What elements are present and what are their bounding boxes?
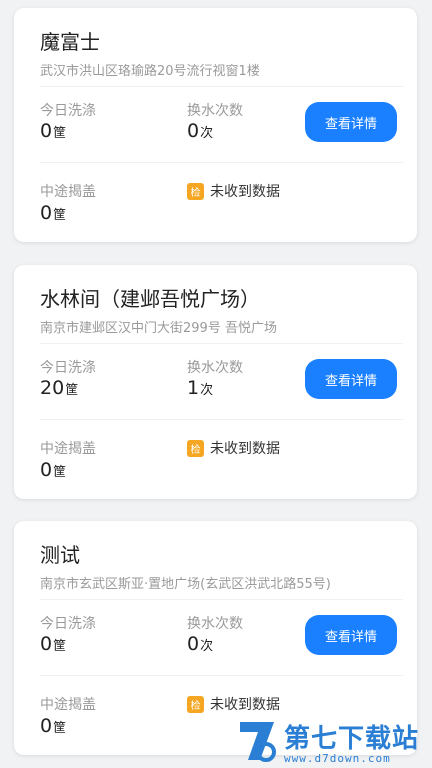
lid-open-number: 0 [40,202,53,224]
lid-open-unit: 筐 [53,721,67,736]
inspect-badge-icon: 检 [187,695,204,713]
water-change-label: 换水次数 [187,103,243,119]
store-card: 水林间（建邺吾悦广场） 南京市建邺区汉中门大街299号 吾悦广场 今日洗涤 20… [14,265,417,499]
today-wash-unit: 筐 [65,383,79,398]
watermark: 第七下载站 www.d7down.com [236,712,432,768]
lid-open-label: 中途揭盖 [40,441,96,457]
watermark-url: www.d7down.com [284,752,391,765]
today-wash-unit: 筐 [53,126,67,141]
store-name: 水林间（建邺吾悦广场） [40,287,260,311]
today-wash-value: 0筐 [40,120,66,142]
inspection-status-text: 未收到数据 [210,441,280,457]
inspect-badge-icon: 检 [187,439,204,457]
water-change-value: 0次 [187,120,213,142]
divider [40,675,403,676]
lid-open-number: 0 [40,715,53,737]
water-change-number: 0 [187,633,200,655]
today-wash-value: 0筐 [40,633,66,655]
store-address: 南京市建邺区汉中门大街299号 吾悦广场 [40,321,277,336]
lid-open-unit: 筐 [53,465,67,480]
water-change-number: 1 [187,377,200,399]
lid-open-unit: 筐 [53,208,67,223]
divider [40,162,403,163]
inspect-badge-icon: 检 [187,182,204,200]
inspection-status: 检 未收到数据 [187,694,280,714]
water-change-label: 换水次数 [187,360,243,376]
watermark-logo-icon [240,722,276,762]
store-address: 南京市玄武区斯亚·置地广场(玄武区洪武北路55号) [40,577,331,592]
water-change-unit: 次 [200,126,214,141]
lid-open-value: 0筐 [40,202,66,224]
water-change-value: 1次 [187,377,213,399]
today-wash-value: 20筐 [40,377,78,399]
today-wash-number: 0 [40,120,53,142]
store-card: 魔富士 武汉市洪山区珞瑜路20号流行视窗1楼 今日洗涤 0筐 换水次数 0次 查… [14,8,417,242]
inspection-status-text: 未收到数据 [210,184,280,200]
divider [40,599,403,600]
store-name: 测试 [40,543,80,567]
today-wash-number: 20 [40,377,65,399]
view-details-button[interactable]: 查看详情 [305,102,397,142]
store-name: 魔富士 [40,30,100,54]
today-wash-label: 今日洗涤 [40,103,96,119]
view-details-button[interactable]: 查看详情 [305,615,397,655]
lid-open-label: 中途揭盖 [40,184,96,200]
inspection-status-text: 未收到数据 [210,697,280,713]
lid-open-value: 0筐 [40,459,66,481]
water-change-value: 0次 [187,633,213,655]
water-change-label: 换水次数 [187,616,243,632]
today-wash-unit: 筐 [53,639,67,654]
divider [40,86,403,87]
divider [40,343,403,344]
water-change-number: 0 [187,120,200,142]
inspection-status: 检 未收到数据 [187,438,280,458]
today-wash-label: 今日洗涤 [40,360,96,376]
lid-open-number: 0 [40,459,53,481]
watermark-title: 第七下载站 [284,724,420,754]
water-change-unit: 次 [200,639,214,654]
water-change-unit: 次 [200,383,214,398]
view-details-button[interactable]: 查看详情 [305,359,397,399]
inspection-status: 检 未收到数据 [187,181,280,201]
lid-open-label: 中途揭盖 [40,697,96,713]
store-address: 武汉市洪山区珞瑜路20号流行视窗1楼 [40,64,260,79]
today-wash-label: 今日洗涤 [40,616,96,632]
today-wash-number: 0 [40,633,53,655]
divider [40,419,403,420]
lid-open-value: 0筐 [40,715,66,737]
